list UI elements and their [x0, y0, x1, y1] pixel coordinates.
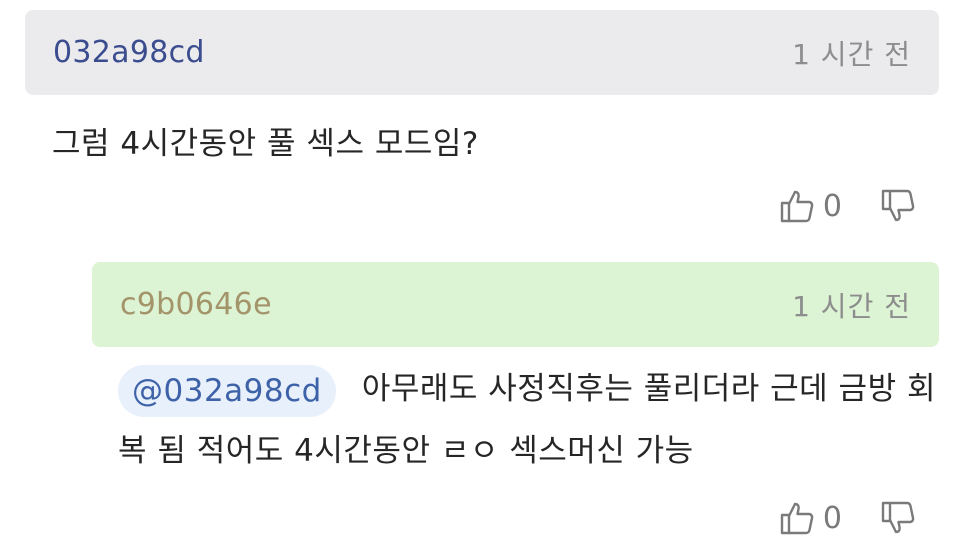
thumbs-down-icon — [881, 501, 915, 534]
comment-header: 032a98cd 1 시간 전 — [25, 10, 939, 95]
thumbs-up-icon — [780, 190, 814, 223]
comment-author[interactable]: 032a98cd — [53, 35, 205, 70]
like-button[interactable]: 0 — [779, 500, 880, 536]
thumbs-down-icon — [881, 189, 915, 222]
mention-tag[interactable]: @032a98cd — [118, 364, 336, 417]
like-button[interactable]: 0 — [779, 188, 880, 224]
dislike-button[interactable] — [880, 500, 916, 536]
dislike-button[interactable] — [880, 188, 916, 224]
comment-text-container: @032a98cd 아무래도 사정직후는 풀리더라 근데 금방 회복 됨 적어도 … — [118, 358, 938, 482]
thumbs-up-icon — [780, 502, 814, 535]
comment-actions: 0 — [779, 188, 916, 224]
comment-text: 그럼 4시간동안 풀 섹스 모드임? — [52, 126, 479, 162]
comment-author[interactable]: c9b0646e — [120, 287, 272, 322]
comment-header: c9b0646e 1 시간 전 — [92, 262, 939, 347]
comment-actions: 0 — [779, 500, 916, 536]
like-count: 0 — [822, 188, 842, 224]
comment-timestamp: 1 시간 전 — [792, 289, 911, 323]
like-count: 0 — [822, 500, 842, 536]
comment-timestamp: 1 시간 전 — [792, 37, 911, 71]
